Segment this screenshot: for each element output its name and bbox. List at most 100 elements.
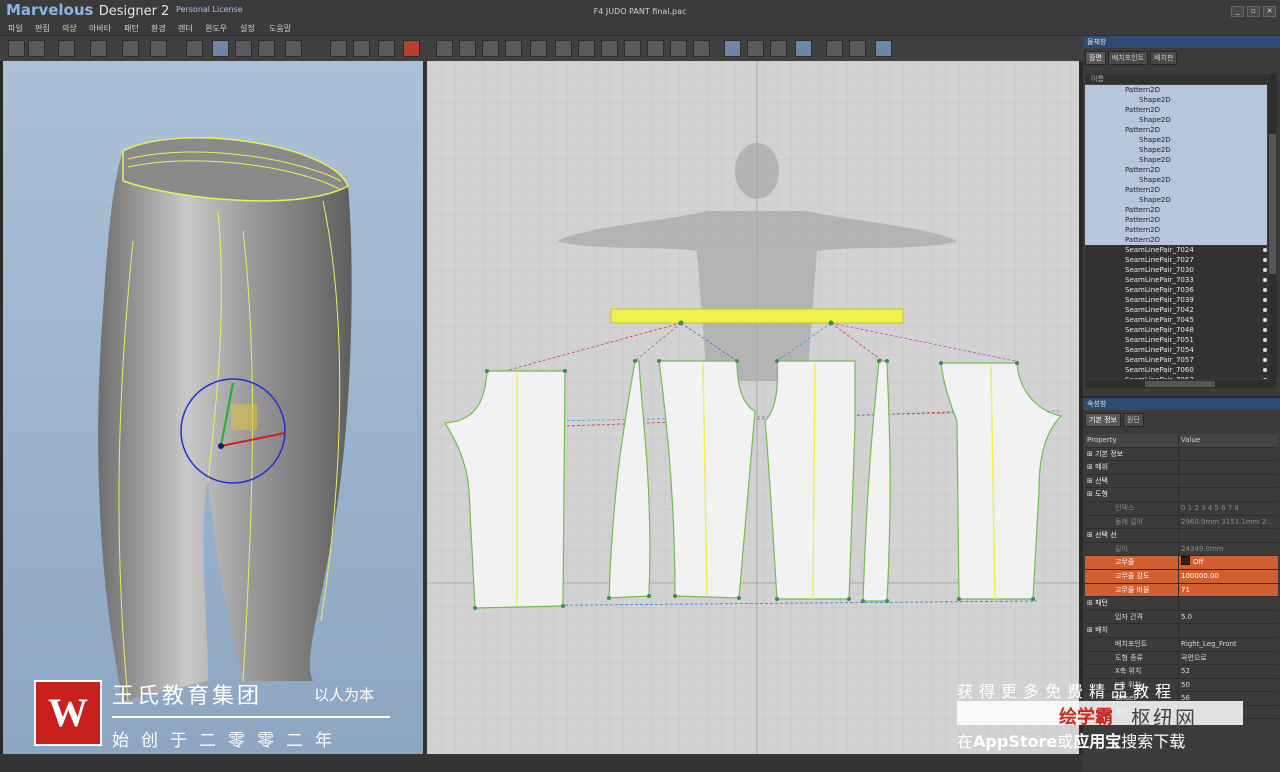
tree-item[interactable]: Pattern2D (1085, 225, 1267, 235)
property-group[interactable]: ⊞ 패턴 (1085, 597, 1278, 611)
tree-item[interactable]: SeamLinePair_7057 (1085, 355, 1267, 365)
tree-item[interactable]: SeamLinePair_7051 (1085, 335, 1267, 345)
tree-item[interactable]: Shape2D (1085, 155, 1267, 165)
texture-edit-icon[interactable] (849, 40, 866, 57)
property-value[interactable]: 5.0 (1178, 610, 1278, 624)
waistband-pattern[interactable] (610, 308, 904, 324)
expand-icon[interactable]: ⊞ (1087, 531, 1095, 539)
property-value[interactable] (1178, 488, 1278, 501)
tree-hscroll-thumb[interactable] (1145, 381, 1215, 387)
rectangle-icon[interactable] (578, 40, 595, 57)
transform-icon[interactable] (482, 40, 499, 57)
snapshot-icon[interactable] (875, 40, 892, 57)
internal-rectangle-icon[interactable] (647, 40, 664, 57)
restore-button[interactable]: ▫ (1247, 6, 1260, 17)
play-icon[interactable] (58, 40, 75, 57)
property-value[interactable]: 100000.00 (1178, 569, 1278, 583)
visibility-dot-icon[interactable] (1263, 318, 1267, 322)
sewing-pair-icon[interactable] (770, 40, 787, 57)
points-icon[interactable] (330, 40, 347, 57)
tree-item[interactable]: Shape2D (1085, 175, 1267, 185)
property-row[interactable]: 배치포인트 Right_Leg_Front (1085, 637, 1278, 652)
visibility-dot-icon[interactable] (1263, 308, 1267, 312)
tree-vertical-scrollbar[interactable] (1268, 74, 1277, 379)
property-row[interactable]: 도형 종류 곡면으로 (1085, 651, 1278, 666)
property-group[interactable]: ⊞ 기본 정보 (1085, 447, 1278, 462)
tree-item[interactable]: SeamLinePair_7039 (1085, 295, 1267, 305)
property-value[interactable]: 24349.0mm (1178, 542, 1278, 556)
tree-scroll-thumb[interactable] (1269, 134, 1276, 274)
menu-avatar[interactable]: 아바타 (89, 23, 111, 34)
tree-item[interactable]: Pattern2D (1085, 125, 1267, 135)
property-group[interactable]: ⊞ 메쉬 (1085, 461, 1278, 475)
pattern-piece-4[interactable] (764, 360, 856, 600)
menu-settings[interactable]: 설정 (240, 23, 255, 34)
menu-render[interactable]: 렌더 (178, 23, 193, 34)
visibility-dot-icon[interactable] (1263, 298, 1267, 302)
tree-item[interactable]: SeamLinePair_7048 (1085, 325, 1267, 335)
expand-icon[interactable]: ⊞ (1087, 463, 1095, 471)
select-pattern-icon[interactable] (212, 40, 229, 57)
tree-item[interactable]: Pattern2D (1085, 85, 1267, 95)
tree-item[interactable]: SeamLinePair_7060 (1085, 365, 1267, 375)
visibility-dot-icon[interactable] (1263, 348, 1267, 352)
visibility-dot-icon[interactable] (1263, 378, 1267, 379)
tree-item[interactable]: SeamLinePair_7045 (1085, 315, 1267, 325)
visibility-dot-icon[interactable] (1263, 248, 1267, 252)
tack-icon[interactable] (285, 40, 302, 57)
expand-icon[interactable]: ⊞ (1087, 626, 1095, 634)
tree-item[interactable]: Pattern2D (1085, 205, 1267, 215)
tree-item[interactable]: SeamLinePair_7024 (1085, 245, 1267, 255)
visibility-dot-icon[interactable] (1263, 258, 1267, 262)
tree-horizontal-scrollbar[interactable] (1085, 380, 1276, 388)
tree-item[interactable]: Shape2D (1085, 145, 1267, 155)
property-row[interactable]: 둘레 길이 2960.9mm 3151.1mm 2... (1085, 515, 1278, 530)
tree-item[interactable]: Pattern2D (1085, 235, 1267, 245)
property-value[interactable]: 0 1 2 3 4 5 6 7 8 (1178, 501, 1278, 515)
tree-item[interactable]: Shape2D (1085, 95, 1267, 105)
visibility-dot-icon[interactable] (1263, 278, 1267, 282)
property-row[interactable]: 길이 24349.0mm (1085, 542, 1278, 557)
property-value[interactable]: 2960.9mm 3151.1mm 2... (1178, 515, 1278, 529)
pattern-view-2-icon[interactable] (378, 40, 395, 57)
menu-help[interactable]: 도움말 (269, 23, 291, 34)
garment-icon[interactable] (122, 40, 139, 57)
property-group[interactable]: ⊞ 선택 (1085, 474, 1278, 489)
dart-icon[interactable] (693, 40, 710, 57)
free-sewing-icon[interactable] (747, 40, 764, 57)
property-value[interactable] (1178, 461, 1278, 474)
menu-environment[interactable]: 환경 (151, 23, 166, 34)
property-group[interactable]: ⊞ 배치 (1085, 624, 1278, 638)
tree-item[interactable]: Pattern2D (1085, 215, 1267, 225)
property-value[interactable]: 곡면으로 (1178, 651, 1278, 665)
visibility-dot-icon[interactable] (1263, 268, 1267, 272)
property-row[interactable]: 입자 간격 5.0 (1085, 610, 1278, 625)
property-value[interactable] (1178, 474, 1278, 488)
tree-item[interactable]: SeamLinePair_7036 (1085, 285, 1267, 295)
visibility-dot-icon[interactable] (1263, 368, 1267, 372)
property-row[interactable]: 인덱스 0 1 2 3 4 5 6 7 8 (1085, 501, 1278, 516)
internal-circle-icon[interactable] (670, 40, 687, 57)
tab-arrangement-plate[interactable]: 배치판 (1150, 51, 1178, 65)
expand-icon[interactable]: ⊞ (1087, 490, 1095, 498)
property-value[interactable] (1178, 597, 1278, 610)
viewport-3d[interactable] (3, 61, 423, 754)
property-value[interactable]: 71 (1178, 583, 1278, 597)
property-group[interactable]: ⊞ 도형 (1085, 488, 1278, 502)
property-value[interactable]: Off (1178, 556, 1278, 569)
avatar-icon[interactable] (150, 40, 167, 57)
tree-item[interactable]: Shape2D (1085, 135, 1267, 145)
tree-item[interactable]: SeamLinePair_7027 (1085, 255, 1267, 265)
visibility-dot-icon[interactable] (1263, 328, 1267, 332)
tab-scene[interactable]: 장면 (1085, 51, 1106, 65)
expand-icon[interactable]: ⊞ (1087, 599, 1095, 607)
simulate-a-icon[interactable] (28, 40, 45, 57)
edit-curve-icon[interactable] (505, 40, 522, 57)
gizmo-plane-handle[interactable] (231, 404, 257, 430)
visibility-dot-icon[interactable] (1263, 338, 1267, 342)
polygon-icon[interactable] (555, 40, 572, 57)
tree-item[interactable]: Shape2D (1085, 195, 1267, 205)
property-value[interactable]: Right_Leg_Front (1178, 637, 1278, 651)
menu-edit[interactable]: 편집 (35, 23, 50, 34)
property-value[interactable] (1178, 447, 1278, 461)
